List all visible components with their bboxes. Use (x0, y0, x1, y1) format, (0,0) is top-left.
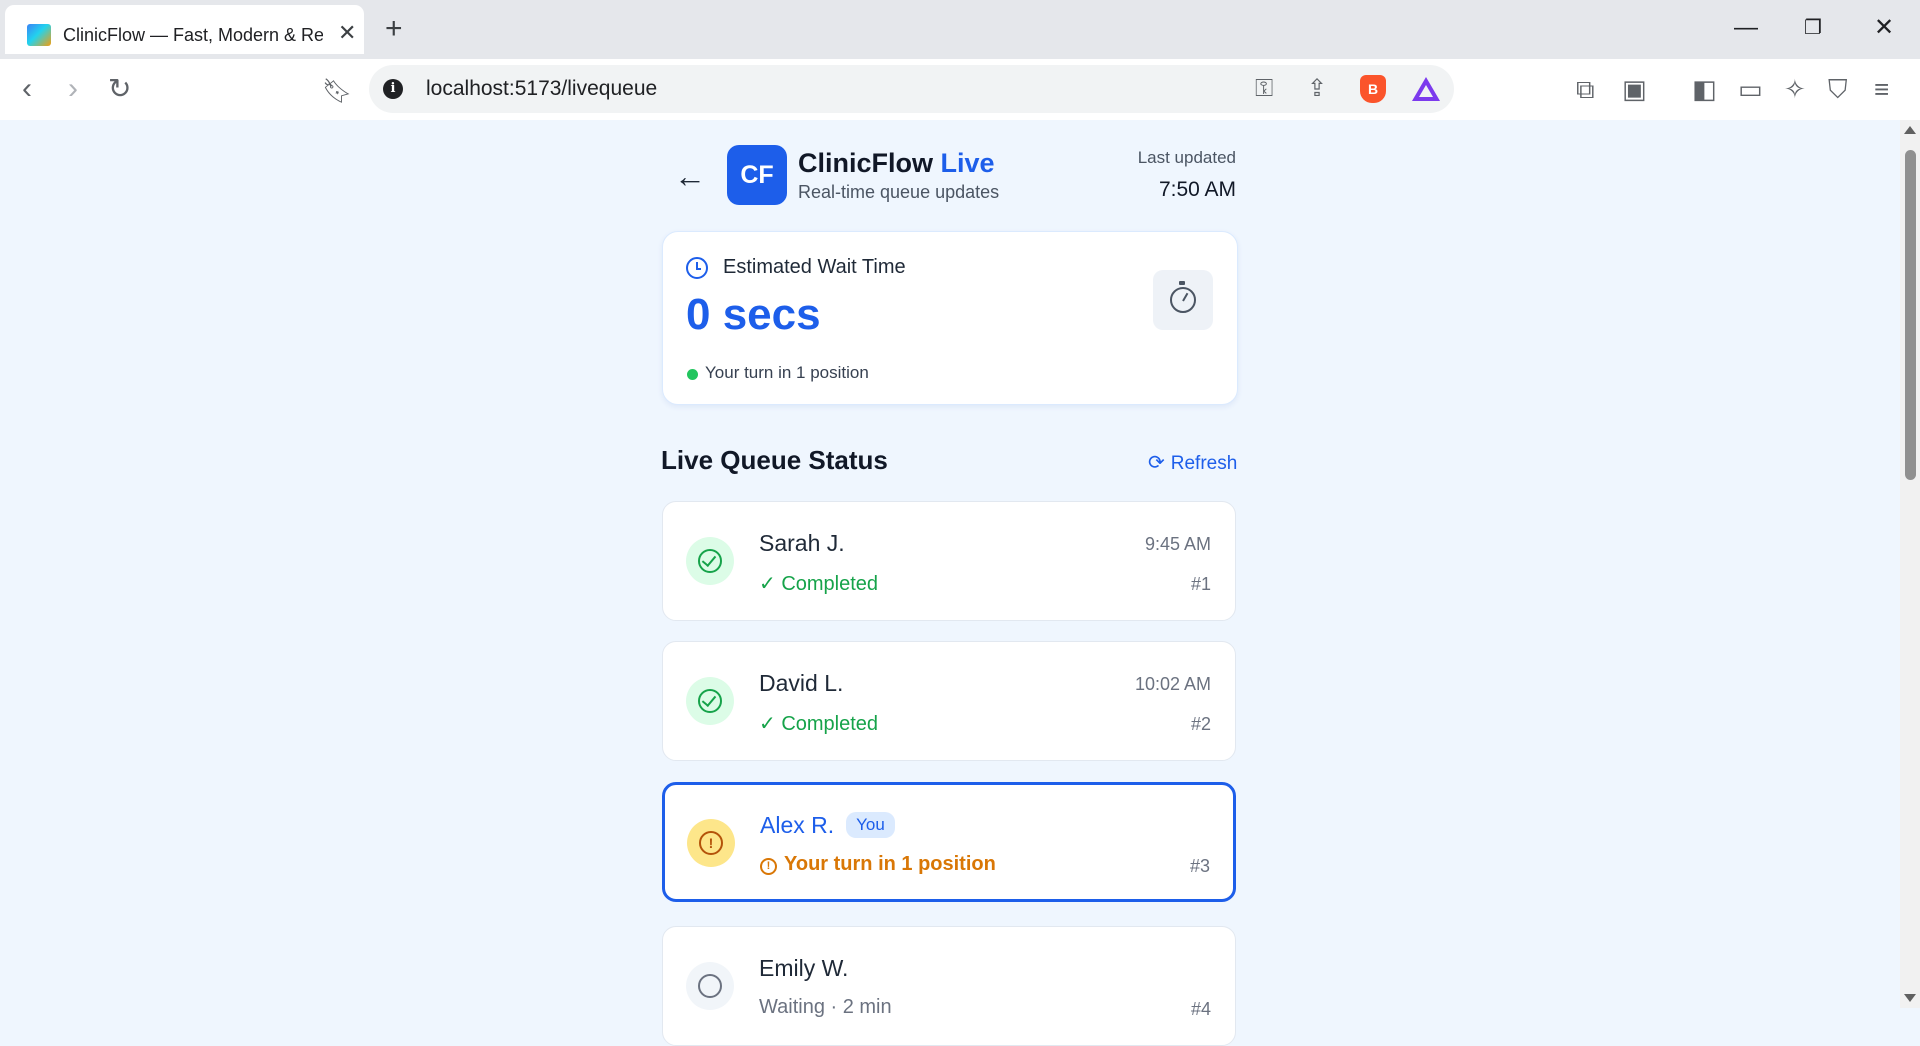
app-logo: CF (727, 145, 787, 205)
timer-icon (1170, 287, 1196, 313)
live-queue-page: ← CF ClinicFlow Live Real-time queue upd… (0, 120, 1900, 1046)
site-info-icon[interactable]: i (383, 79, 403, 99)
tab-title: ClinicFlow — Fast, Modern & Res (63, 25, 323, 45)
patient-status-text: Your turn in 1 position (784, 853, 996, 875)
wait-time-label: Estimated Wait Time (723, 256, 906, 278)
queue-number: #4 (1190, 999, 1211, 1019)
wallet-icon[interactable]: ▭ (1738, 74, 1763, 104)
back-arrow-icon[interactable]: ← (674, 160, 706, 192)
patient-status: ✓ Completed (759, 573, 879, 595)
wait-time-card: Estimated Wait Time 0 secs Your turn in … (662, 231, 1238, 405)
patient-status: ! Your turn in 1 position (760, 853, 996, 876)
new-tab-icon[interactable]: + (385, 14, 403, 44)
page-scrollbar[interactable] (1900, 120, 1920, 1008)
browser-tab[interactable]: ClinicFlow — Fast, Modern & Res ✕ (5, 5, 364, 54)
timer-crown (1179, 281, 1185, 285)
url-text[interactable]: localhost:5173/livequeue (426, 77, 657, 101)
browser-tab-bar: ClinicFlow — Fast, Modern & Res ✕ + — ❐ … (0, 0, 1920, 59)
completed-check-icon (686, 677, 734, 725)
last-updated-label: Last updated (1137, 148, 1236, 167)
sidebar-icon[interactable]: ◧ (1692, 74, 1717, 104)
vpn-icon[interactable]: ⛉ (1828, 74, 1848, 104)
patient-status: ✓ Completed (759, 713, 879, 735)
patient-name: David L. (759, 670, 844, 696)
timer-button[interactable] (1153, 270, 1213, 330)
patient-name: Emily W. (759, 955, 849, 981)
close-tab-icon[interactable]: ✕ (338, 22, 356, 44)
patient-name-text: Alex R. (760, 812, 835, 838)
queue-number: #2 (1190, 714, 1211, 734)
appointment-time: 10:02 AM (1134, 674, 1211, 694)
appointment-time: 9:45 AM (1144, 534, 1211, 554)
refresh-icon: ⟳ (1148, 452, 1165, 474)
back-icon[interactable]: ‹ (22, 74, 32, 104)
extensions-icon[interactable]: ⧉ (1576, 74, 1595, 104)
completed-check-icon (686, 537, 734, 585)
patient-name: Alex R. You (760, 812, 895, 839)
refresh-button[interactable]: ⟳ Refresh (1148, 450, 1237, 475)
share-icon[interactable]: ⇪ (1307, 75, 1327, 103)
wait-time-note: Your turn in 1 position (705, 363, 869, 382)
brave-rewards-icon[interactable] (1412, 77, 1440, 101)
browser-toolbar: ‹ › ↻ 🔖︎ i localhost:5173/livequeue ⚿ ⇪ … (0, 59, 1920, 121)
waiting-circle-icon (686, 962, 734, 1010)
minimize-icon[interactable]: — (1734, 14, 1758, 42)
app-title-main: ClinicFlow (798, 148, 933, 178)
menu-icon[interactable]: ≡ (1874, 74, 1889, 104)
alert-icon: ! (687, 819, 735, 867)
queue-section-title: Live Queue Status (661, 445, 888, 475)
scroll-up-icon[interactable] (1904, 126, 1916, 134)
queue-item[interactable]: David L. ✓ Completed 10:02 AM #2 (662, 641, 1236, 761)
address-bar[interactable]: i localhost:5173/livequeue ⚿ ⇪ B (369, 65, 1454, 113)
queue-item-current-user[interactable]: ! Alex R. You ! Your turn in 1 position #3 (662, 782, 1236, 902)
queue-item[interactable]: Sarah J. ✓ Completed 9:45 AM #1 (662, 501, 1236, 621)
wait-time-value: 0 secs (686, 290, 821, 339)
clock-icon (686, 257, 708, 279)
you-badge: You (846, 812, 895, 838)
site-favicon-icon (27, 24, 51, 46)
app-subtitle: Real-time queue updates (798, 182, 1000, 202)
app-title: ClinicFlow Live (798, 148, 995, 179)
last-updated-time: 7:50 AM (1158, 178, 1236, 201)
forward-icon[interactable]: › (68, 74, 78, 104)
reload-icon[interactable]: ↻ (108, 74, 131, 104)
queue-item[interactable]: Emily W. Waiting · 2 min #4 (662, 926, 1236, 1046)
warning-icon: ! (760, 858, 777, 875)
restore-icon[interactable]: ❐ (1804, 14, 1822, 42)
key-icon[interactable]: ⚿ (1255, 75, 1273, 103)
brave-shields-icon[interactable]: B (1360, 75, 1386, 103)
queue-number: #1 (1190, 574, 1211, 594)
close-window-icon[interactable]: ✕ (1874, 14, 1894, 42)
leo-ai-icon[interactable]: ✧ (1784, 74, 1806, 104)
scroll-thumb[interactable] (1905, 150, 1916, 480)
scroll-down-icon[interactable] (1904, 994, 1916, 1002)
refresh-label: Refresh (1170, 453, 1238, 474)
bookmark-icon[interactable]: 🔖︎ (322, 77, 352, 107)
reader-icon[interactable]: ▣ (1622, 74, 1647, 104)
queue-number: #3 (1189, 856, 1210, 876)
app-title-accent: Live (940, 148, 995, 178)
status-dot (687, 369, 698, 380)
patient-name: Sarah J. (759, 530, 845, 556)
